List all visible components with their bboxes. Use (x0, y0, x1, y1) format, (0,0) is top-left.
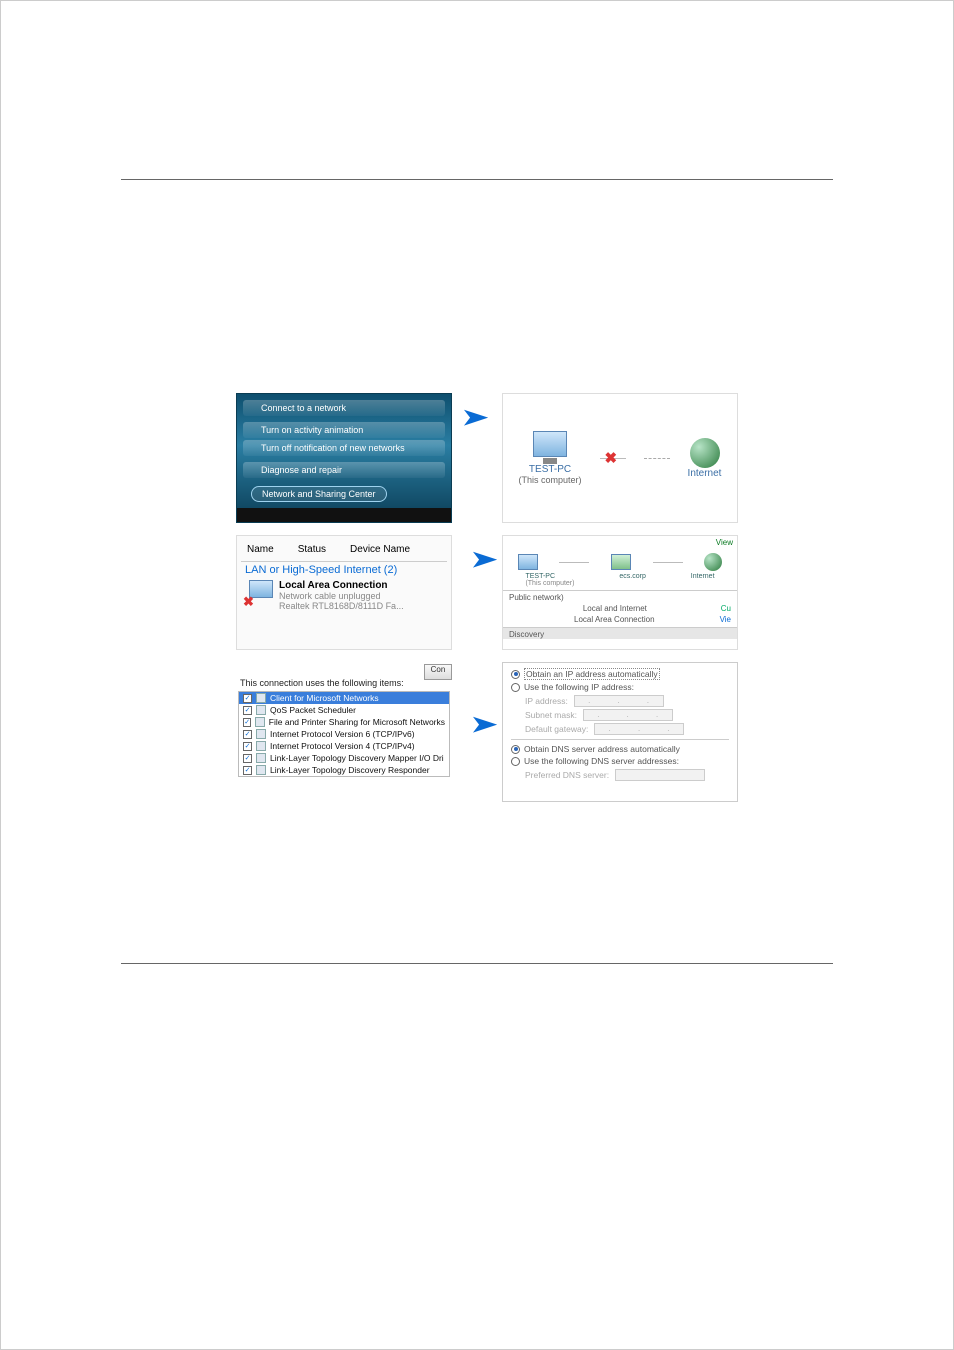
menu-item[interactable]: Turn on activity animation (243, 422, 445, 438)
pc-node: TEST-PC (This computer) (519, 431, 582, 485)
checkbox-icon[interactable]: ✓ (243, 766, 252, 775)
component-icon (256, 753, 266, 763)
checkbox-icon[interactable]: ✓ (243, 718, 251, 727)
checkbox-icon[interactable]: ✓ (243, 694, 252, 703)
figure-row: Con This connection uses the following i… (236, 662, 756, 802)
connection-item[interactable]: ✖ Local Area Connection Network cable un… (245, 580, 443, 611)
internet-label: Internet (688, 468, 722, 479)
items-listbox[interactable]: ✓Client for Microsoft Networks ✓QoS Pack… (238, 691, 450, 777)
node-label: ecs.corp (619, 573, 645, 587)
component-icon (256, 729, 266, 739)
pref-dns-row: Preferred DNS server: (525, 769, 729, 781)
menu-item[interactable]: Turn off notification of new networks (243, 440, 445, 456)
gateway-row: Default gateway:... (525, 723, 729, 735)
list-item[interactable]: ✓Client for Microsoft Networks (239, 692, 449, 704)
section-label: Public network) (503, 591, 737, 602)
taskbar-strip (237, 508, 451, 522)
pc-sub: (This computer) (519, 475, 582, 485)
list-item[interactable]: ✓File and Printer Sharing for Microsoft … (239, 716, 449, 728)
figure-row: Connect to a network Turn on activity an… (236, 393, 756, 523)
ip-field: ... (594, 723, 684, 735)
connection-status: Network cable unplugged (279, 591, 404, 601)
connection-name: Local Area Connection (279, 580, 388, 591)
figure-grid: Connect to a network Turn on activity an… (236, 393, 756, 814)
radio-icon[interactable] (511, 683, 520, 692)
radio-icon[interactable] (511, 745, 520, 754)
checkbox-icon[interactable]: ✓ (243, 730, 252, 739)
list-header: Name Status Device Name (245, 540, 443, 559)
dashed-link (644, 458, 670, 459)
ip-field (615, 769, 705, 781)
broken-link: ✖ (600, 458, 626, 459)
menu-item[interactable]: Connect to a network (243, 400, 445, 416)
radio-auto-ip[interactable]: Obtain an IP address automatically (511, 667, 729, 681)
ip-settings-panel: Obtain an IP address automatically Use t… (502, 662, 738, 802)
globe-icon (690, 438, 720, 468)
menu-item-highlighted[interactable]: Network and Sharing Center (251, 486, 387, 502)
radio-icon[interactable] (511, 670, 520, 679)
configure-button[interactable]: Con (424, 664, 452, 680)
subnet-row: Subnet mask:... (525, 709, 729, 721)
list-item[interactable]: ✓Link-Layer Topology Discovery Mapper I/… (239, 752, 449, 764)
network-map-panel: TEST-PC (This computer) ✖ Internet (502, 393, 738, 523)
internet-node: Internet (688, 438, 722, 479)
top-rule (121, 179, 833, 180)
bottom-rule (121, 963, 833, 964)
network-connections-panel: Name Status Device Name LAN or High-Spee… (236, 535, 452, 650)
radio-icon[interactable] (511, 757, 520, 766)
checkbox-icon[interactable]: ✓ (243, 742, 252, 751)
radio-use-dns[interactable]: Use the following DNS server addresses: (511, 755, 729, 767)
sharing-center-panel: View TEST-PC(This computer) ecs.corp Int… (502, 535, 738, 650)
ip-address-row: IP address:... (525, 695, 729, 707)
node-label: TEST-PC (525, 573, 555, 580)
group-header: LAN or High-Speed Internet (2) (245, 564, 443, 576)
checkbox-icon[interactable]: ✓ (243, 706, 252, 715)
connection-name: Local Area Connection (574, 615, 655, 624)
gateway-icon (611, 554, 631, 570)
list-item[interactable]: ✓Internet Protocol Version 4 (TCP/IPv4) (239, 740, 449, 752)
node-sub: (This computer) (525, 580, 574, 587)
error-x-icon: ✖ (605, 449, 618, 467)
list-item[interactable]: ✓Link-Layer Topology Discovery Responder (239, 764, 449, 776)
ip-field: ... (583, 709, 673, 721)
connection-items-panel: Con This connection uses the following i… (236, 662, 452, 802)
document-page: ➤ ➤ ➤ Connect to a network Turn on activ… (0, 0, 954, 1350)
node-label: Internet (691, 573, 715, 587)
figure-row: Name Status Device Name LAN or High-Spee… (236, 535, 756, 650)
col-status: Status (298, 544, 326, 555)
col-device: Device Name (350, 544, 410, 555)
component-icon (256, 741, 266, 751)
error-x-icon: ✖ (243, 594, 254, 610)
discovery-row: Discovery (503, 628, 737, 639)
radio-auto-dns[interactable]: Obtain DNS server address automatically (511, 743, 729, 755)
menu-item[interactable]: Diagnose and repair (243, 462, 445, 478)
col-name: Name (247, 544, 274, 555)
component-icon (256, 765, 266, 775)
tray-context-menu[interactable]: Connect to a network Turn on activity an… (236, 393, 452, 523)
monitor-icon (518, 554, 538, 570)
radio-use-ip[interactable]: Use the following IP address: (511, 681, 729, 693)
component-icon (255, 717, 264, 727)
ip-field: ... (574, 695, 664, 707)
connection-device: Realtek RTL8168D/8111D Fa... (279, 601, 404, 611)
component-icon (256, 705, 266, 715)
access-type: Local and Internet (583, 604, 647, 613)
component-icon (256, 693, 266, 703)
checkbox-icon[interactable]: ✓ (243, 754, 252, 763)
monitor-icon (533, 431, 567, 457)
pc-name: TEST-PC (529, 464, 571, 475)
list-item[interactable]: ✓Internet Protocol Version 6 (TCP/IPv6) (239, 728, 449, 740)
globe-icon (704, 553, 722, 571)
view-link[interactable]: View (503, 536, 737, 547)
list-item[interactable]: ✓QoS Packet Scheduler (239, 704, 449, 716)
items-title: This connection uses the following items… (240, 678, 452, 688)
